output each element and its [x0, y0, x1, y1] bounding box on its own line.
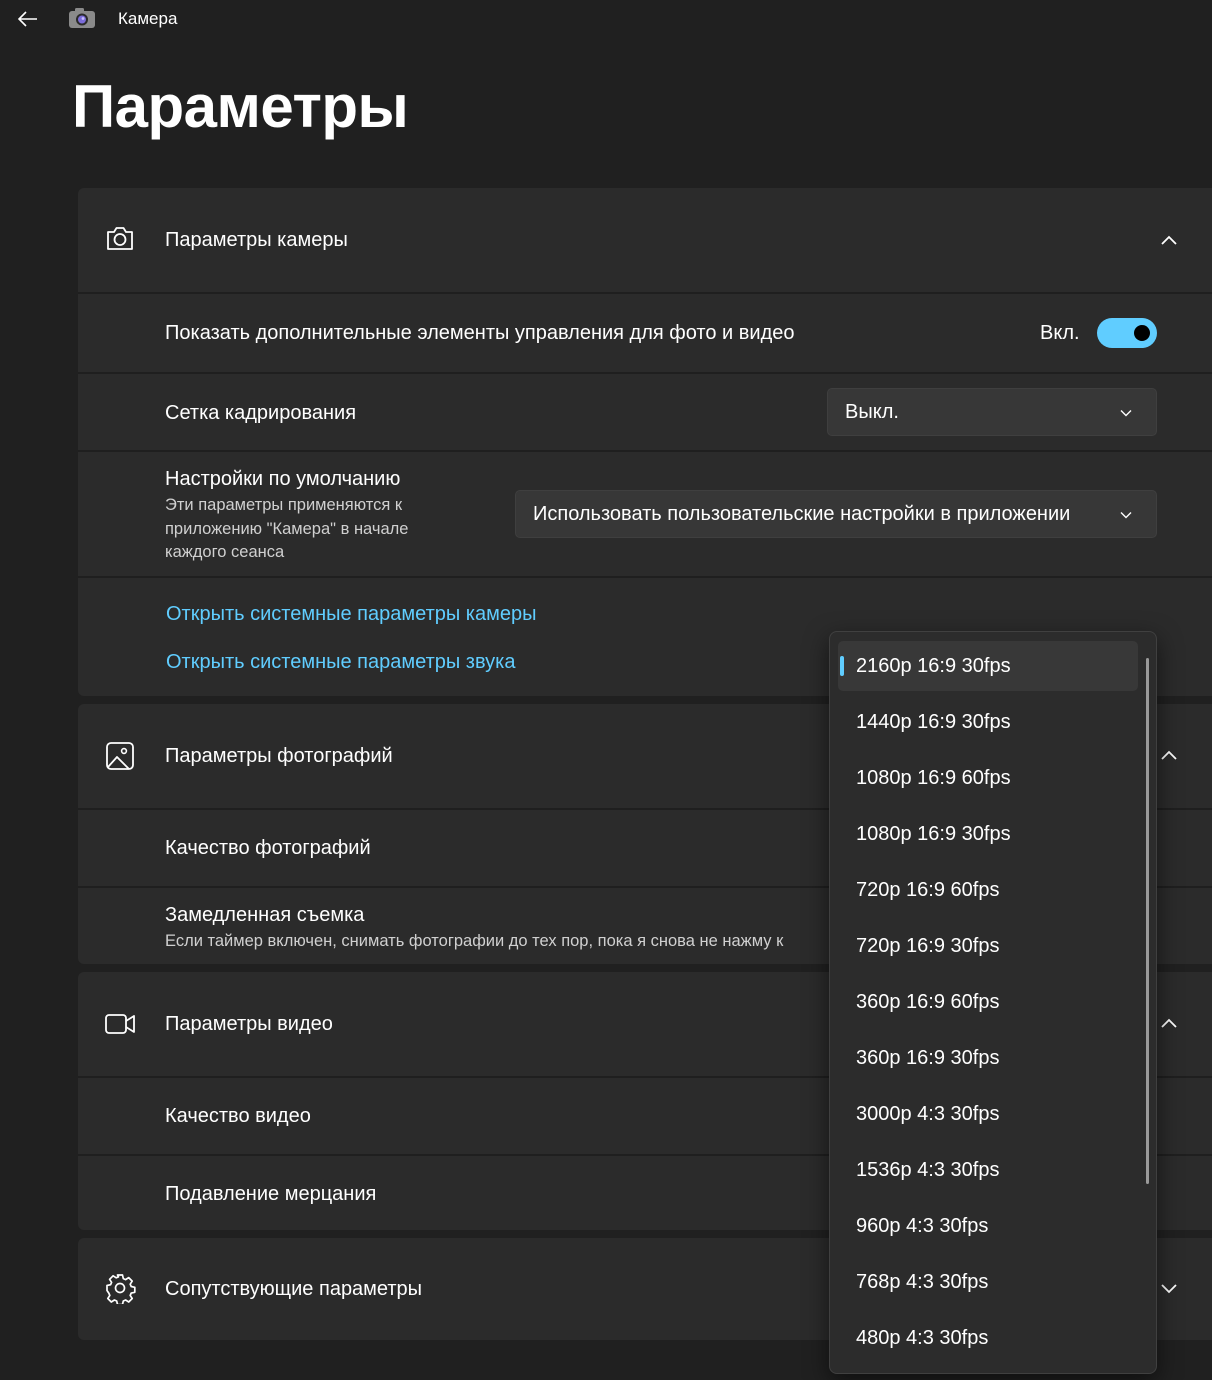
default-settings-value: Использовать пользовательские настройки …	[533, 503, 1071, 525]
dropdown-option[interactable]: 960p 4:3 30fps	[838, 1201, 1138, 1251]
video-quality-dropdown-list[interactable]: 2160p 16:9 30fps 1440p 16:9 30fps 1080p …	[829, 631, 1157, 1374]
dropdown-option[interactable]: 360p 16:9 60fps	[838, 977, 1138, 1027]
framing-grid-dropdown[interactable]: Выкл.	[827, 388, 1157, 436]
photo-quality-label: Качество фотографий	[165, 837, 371, 859]
dropdown-option-label: 720p 16:9 30fps	[856, 935, 1000, 957]
camera-settings-title: Параметры камеры	[165, 229, 348, 251]
dropdown-option[interactable]: 1080p 16:9 30fps	[838, 809, 1138, 859]
video-camera-icon	[105, 1014, 135, 1034]
dropdown-option[interactable]: 1080p 16:9 60fps	[838, 753, 1138, 803]
open-sound-settings-link[interactable]: Открыть системные параметры звука	[166, 651, 515, 674]
default-settings-dropdown[interactable]: Использовать пользовательские настройки …	[515, 490, 1157, 538]
camera-app-icon	[68, 7, 96, 29]
video-settings-title: Параметры видео	[165, 1013, 333, 1035]
dropdown-option[interactable]: 720p 16:9 30fps	[838, 921, 1138, 971]
dropdown-option[interactable]: 3000p 4:3 30fps	[838, 1089, 1138, 1139]
slow-motion-label: Замедленная съемка	[165, 904, 365, 926]
default-settings-desc-1: Эти параметры применяются к	[165, 496, 403, 514]
dropdown-option-label: 1080p 16:9 60fps	[856, 767, 1011, 789]
dropdown-option-label: 480p 4:3 30fps	[856, 1327, 989, 1349]
default-settings-desc-2: приложению "Камера" в начале	[165, 520, 409, 538]
dropdown-option-label: 360p 16:9 60fps	[856, 991, 1000, 1013]
dropdown-option-label: 3000p 4:3 30fps	[856, 1103, 1000, 1125]
toggle-knob	[1134, 325, 1150, 341]
extra-controls-label: Показать дополнительные элементы управле…	[165, 322, 795, 344]
toggle-state-label: Вкл.	[1040, 322, 1080, 344]
dropdown-option[interactable]: 720p 16:9 60fps	[838, 865, 1138, 915]
related-settings-title: Сопутствующие параметры	[165, 1278, 423, 1300]
extra-controls-toggle[interactable]	[1097, 318, 1157, 348]
framing-grid-row: Сетка кадрирования Выкл.	[78, 372, 1212, 450]
video-quality-label: Качество видео	[165, 1105, 311, 1127]
back-button[interactable]	[10, 4, 46, 34]
camera-icon	[107, 227, 133, 250]
app-title: Камера	[118, 9, 178, 28]
slow-motion-desc: Если таймер включен, снимать фотографии …	[165, 932, 784, 950]
camera-settings-header[interactable]: Параметры камеры	[78, 188, 1212, 292]
chevron-up-icon[interactable]	[1158, 1013, 1180, 1035]
dropdown-option-label: 720p 16:9 60fps	[856, 879, 1000, 901]
dropdown-option-label: 1536p 4:3 30fps	[856, 1159, 1000, 1181]
dropdown-option-label: 2160p 16:9 30fps	[856, 655, 1011, 677]
dropdown-option[interactable]: 768p 4:3 30fps	[838, 1257, 1138, 1307]
open-camera-settings-link[interactable]: Открыть системные параметры камеры	[166, 603, 537, 626]
flicker-reduction-label: Подавление мерцания	[165, 1183, 377, 1205]
chevron-down-icon[interactable]	[1158, 1277, 1180, 1299]
dropdown-scrollbar[interactable]	[1146, 658, 1149, 1184]
dropdown-option-label: 1440p 16:9 30fps	[856, 711, 1011, 733]
dropdown-option-label: 768p 4:3 30fps	[856, 1271, 989, 1293]
dropdown-option[interactable]: 360p 16:9 30fps	[838, 1033, 1138, 1083]
page-title: Параметры	[72, 73, 409, 140]
default-settings-desc-3: каждого сеанса	[165, 543, 285, 561]
dropdown-option[interactable]: 1536p 4:3 30fps	[838, 1145, 1138, 1195]
selection-indicator	[840, 656, 844, 676]
image-icon	[106, 742, 134, 770]
chevron-up-icon[interactable]	[1158, 230, 1180, 252]
default-settings-label: Настройки по умолчанию	[165, 468, 401, 490]
arrow-left-icon	[18, 11, 37, 27]
dropdown-option[interactable]: 1440p 16:9 30fps	[838, 697, 1138, 747]
chevron-down-icon	[1120, 410, 1132, 417]
dropdown-option[interactable]: 2160p 16:9 30fps	[838, 641, 1138, 691]
chevron-down-icon	[1120, 512, 1132, 519]
dropdown-option-label: 360p 16:9 30fps	[856, 1047, 1000, 1069]
framing-grid-label: Сетка кадрирования	[165, 402, 357, 424]
default-settings-row: Настройки по умолчанию Эти параметры при…	[78, 450, 1212, 576]
extra-controls-row: Показать дополнительные элементы управле…	[78, 292, 1212, 372]
camera-settings-card: Параметры камеры Показать дополнительные…	[78, 188, 1212, 696]
dropdown-option-label: 1080p 16:9 30fps	[856, 823, 1011, 845]
chevron-up-icon[interactable]	[1158, 745, 1180, 767]
gear-icon	[106, 1274, 136, 1304]
dropdown-option[interactable]: 480p 4:3 30fps	[838, 1313, 1138, 1363]
photo-settings-title: Параметры фотографий	[165, 745, 393, 767]
dropdown-option-label: 960p 4:3 30fps	[856, 1215, 989, 1237]
framing-grid-value: Выкл.	[845, 401, 899, 423]
